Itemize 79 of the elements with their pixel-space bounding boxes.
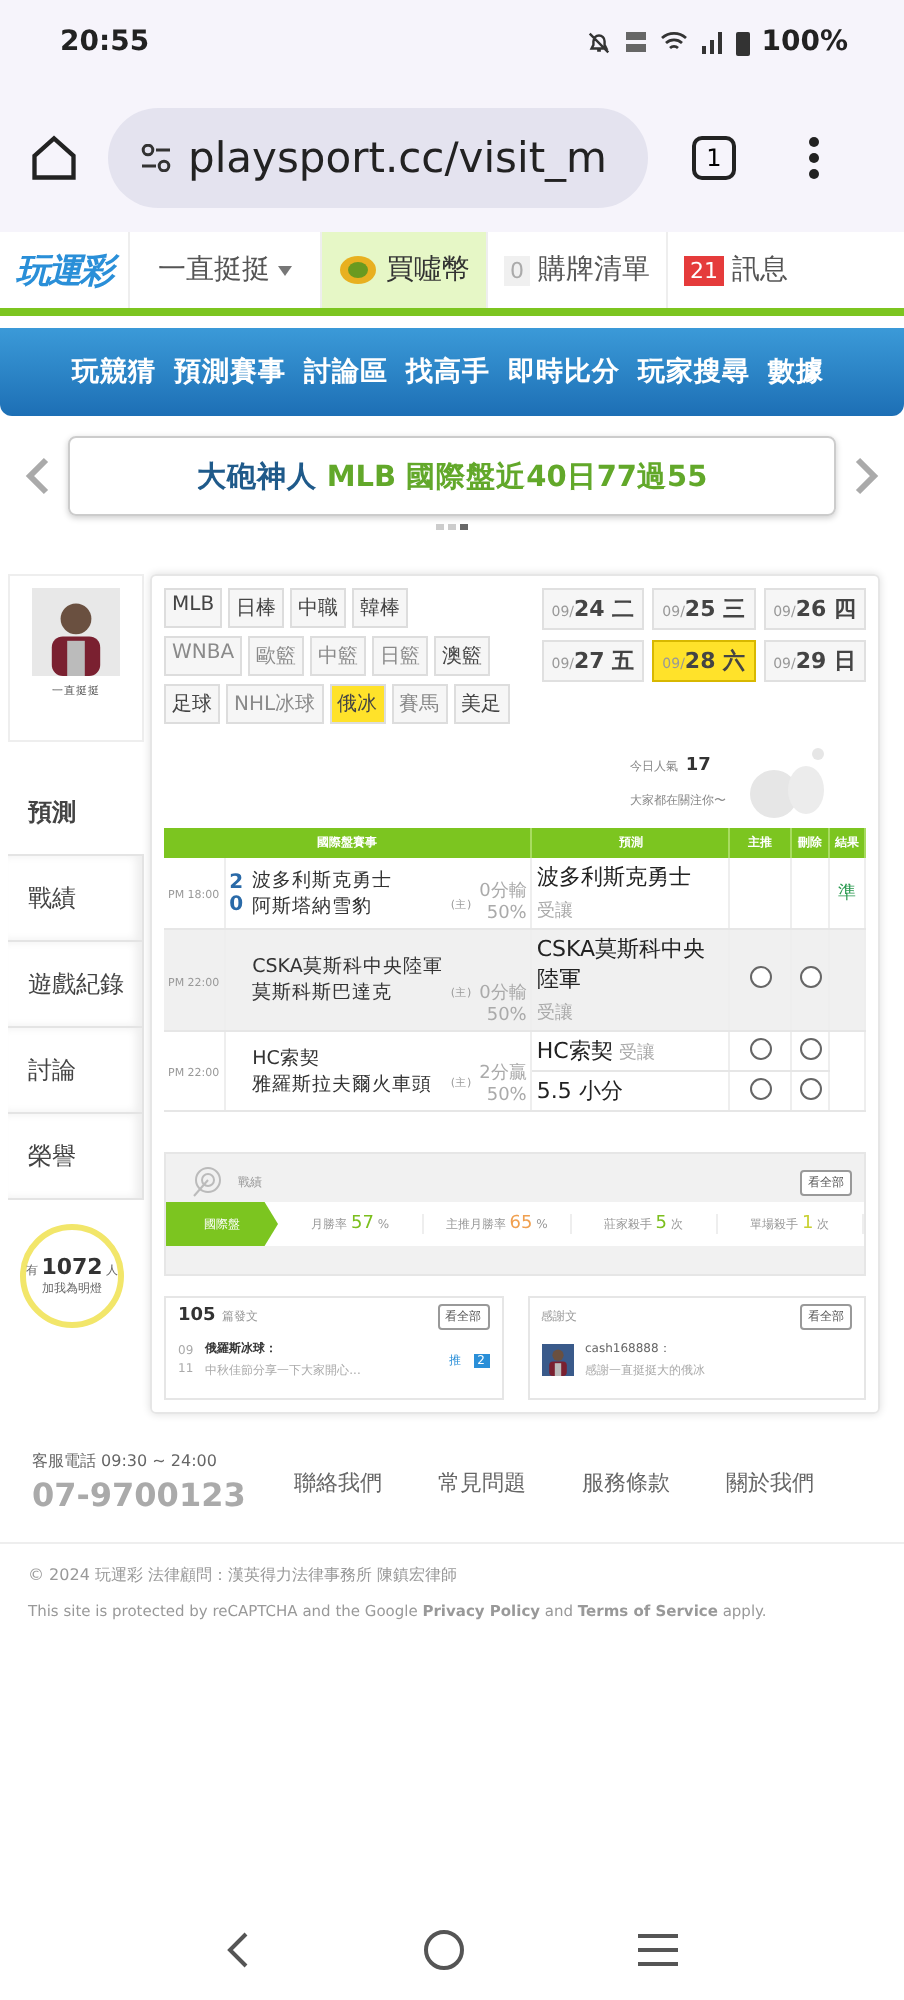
nav-link[interactable]: 玩家搜尋 — [638, 354, 750, 390]
nav-link[interactable]: 預測賽事 — [174, 354, 286, 390]
recent-apps-icon[interactable] — [635, 1932, 680, 1968]
handicap-percent: 50% — [484, 904, 527, 924]
main-pick-radio[interactable] — [749, 1037, 772, 1059]
prediction-note: 受讓 — [618, 1041, 655, 1066]
home-icon[interactable] — [421, 1928, 466, 1972]
result-mark: 準 — [838, 884, 857, 904]
handicap-percent: 50% — [484, 1006, 527, 1026]
user-menu[interactable]: 一直挺挺 — [158, 252, 270, 288]
team-name: 波多利斯克勇士 — [252, 867, 395, 893]
prediction: 波多利斯克勇士 — [536, 862, 691, 892]
home-icon[interactable] — [28, 132, 80, 184]
nav-link[interactable]: 找高手 — [406, 354, 490, 390]
nav-link[interactable]: 討論區 — [304, 354, 388, 390]
bell-off-icon — [585, 29, 612, 55]
side-menu-item[interactable]: 遊戲紀錄 — [8, 942, 144, 1028]
caret-icon[interactable] — [278, 265, 292, 275]
sport-tag[interactable]: 俄冰 — [329, 684, 386, 724]
sport-tag[interactable]: 澳籃 — [434, 636, 491, 676]
team-name: 雅羅斯拉夫爾火車頭 — [252, 1071, 435, 1097]
back-icon[interactable] — [224, 1930, 253, 1970]
side-menu-item[interactable]: 戰績 — [8, 856, 144, 942]
message-count: 21 — [684, 255, 724, 285]
delete-radio[interactable] — [799, 966, 822, 988]
side-menu-item[interactable]: 榮譽 — [8, 1114, 144, 1200]
handicap-percent: 50% — [484, 1086, 527, 1106]
footer-link[interactable]: 服務條款 — [581, 1467, 670, 1497]
delete-radio[interactable] — [799, 1037, 822, 1059]
battery-icon — [735, 29, 750, 55]
coin-icon — [338, 254, 378, 286]
site-settings-icon[interactable] — [140, 144, 172, 172]
footer-link[interactable]: 關於我們 — [725, 1467, 814, 1497]
prediction: CSKA莫斯科中央陸軍 — [536, 934, 708, 994]
score: 0 — [229, 893, 245, 915]
nav-link[interactable]: 數據 — [768, 354, 824, 390]
messages-link[interactable]: 訊息 — [732, 252, 788, 288]
nav-link[interactable]: 即時比分 — [508, 354, 620, 390]
team-name: HC索契 — [252, 1045, 322, 1071]
cart-count: 0 — [504, 255, 530, 285]
delete-radio[interactable] — [799, 1077, 822, 1099]
banner[interactable]: 大砲神人 MLB 國際盤近40日77過55 — [68, 436, 836, 516]
nav-link[interactable]: 玩競猜 — [72, 354, 156, 390]
team-name: CSKA莫斯科中央陸軍 — [252, 954, 443, 980]
carousel-indicator — [460, 524, 468, 530]
score: 2 — [229, 871, 245, 893]
sport-tag[interactable]: 中職 — [290, 588, 347, 628]
copyright: © 2024 玩運彩 法律顧問：漢英得力法律事務所 陳鎮宏律師 — [28, 1564, 460, 1586]
prediction-note: 受讓 — [536, 1001, 573, 1026]
sport-tag[interactable]: 日棒 — [228, 588, 285, 628]
hotline-label: 客服電話 09:30 ~ 24:00 — [32, 1450, 219, 1472]
clock-time: 20:55 — [60, 26, 150, 58]
sport-tag[interactable]: 足球 — [164, 684, 220, 724]
tab-count-button[interactable]: 1 — [692, 136, 736, 180]
wifi-icon — [659, 30, 688, 54]
prediction: 5.5 小分 — [536, 1076, 623, 1106]
sport-tag[interactable]: MLB — [164, 588, 223, 628]
handicap-line: 0分輸 — [479, 879, 527, 904]
handicap-line: 2分贏 — [479, 1061, 527, 1086]
prediction: HC索契 — [536, 1036, 613, 1066]
side-menu-item[interactable]: 討論 — [8, 1028, 144, 1114]
footer-link[interactable]: 聯絡我們 — [293, 1467, 382, 1497]
team-name: 莫斯科斯巴達克 — [252, 980, 395, 1006]
target-icon — [190, 1166, 222, 1198]
team-name: 阿斯塔納雪豹 — [252, 893, 375, 919]
post-count: 105 — [178, 1306, 216, 1326]
cart-link[interactable]: 購牌清單 — [538, 252, 650, 288]
sport-tag[interactable]: 韓棒 — [352, 588, 409, 628]
prediction-note: 受讓 — [536, 899, 573, 924]
phone-number: 07-9700123 — [32, 1476, 246, 1514]
battery-level: 100% — [761, 26, 848, 58]
footer-link[interactable]: 常見問題 — [437, 1467, 526, 1497]
main-pick-radio[interactable] — [749, 1077, 772, 1099]
signal-icon — [699, 30, 724, 54]
menu-icon[interactable] — [808, 136, 820, 180]
main-pick-radio[interactable] — [749, 966, 772, 988]
address-bar[interactable]: playsport.cc/visit_m — [108, 108, 648, 208]
sport-tag[interactable]: 美足 — [453, 684, 510, 724]
handicap-line: 0分輸 — [479, 981, 527, 1006]
